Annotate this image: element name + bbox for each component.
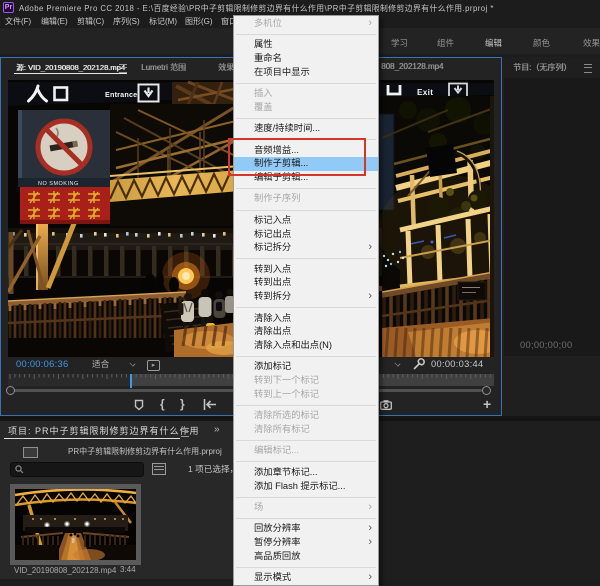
- svg-text:Exit: Exit: [417, 88, 433, 97]
- svg-text:Entrance: Entrance: [105, 90, 137, 99]
- svg-text:NO SMOKING: NO SMOKING: [38, 181, 79, 187]
